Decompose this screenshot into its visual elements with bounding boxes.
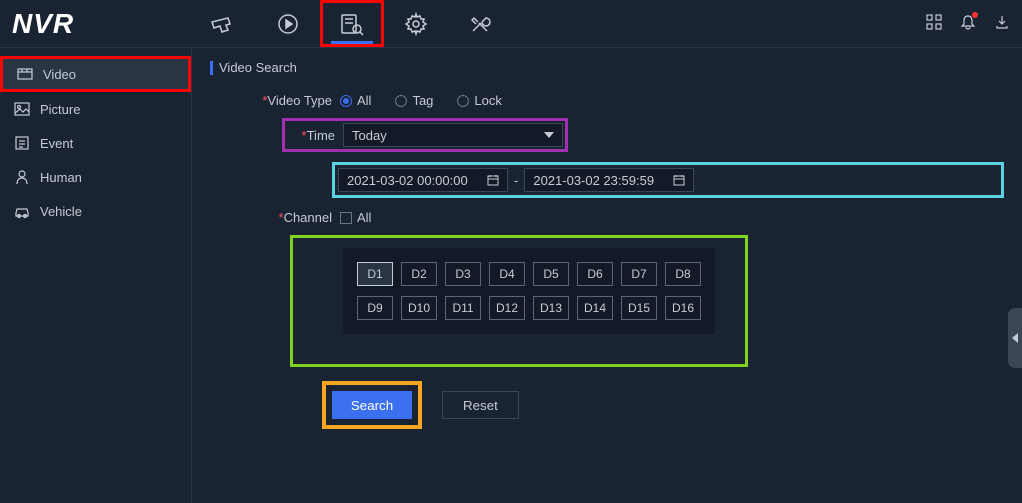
channel-d11[interactable]: D11 bbox=[445, 296, 481, 320]
channel-d14[interactable]: D14 bbox=[577, 296, 613, 320]
time-row-wrap: *Time Today bbox=[282, 118, 1004, 152]
picture-icon bbox=[14, 101, 30, 117]
reset-button[interactable]: Reset bbox=[442, 391, 519, 419]
channel-d7[interactable]: D7 bbox=[621, 262, 657, 286]
channel-d12[interactable]: D12 bbox=[489, 296, 525, 320]
channel-d9[interactable]: D9 bbox=[357, 296, 393, 320]
date-separator: - bbox=[514, 173, 518, 188]
search-page-icon bbox=[339, 12, 365, 36]
sidebar-label: Video bbox=[43, 67, 76, 82]
channel-d10[interactable]: D10 bbox=[401, 296, 437, 320]
camera-icon bbox=[210, 14, 238, 34]
radio-all[interactable]: All bbox=[340, 93, 371, 108]
header-right bbox=[926, 14, 1010, 33]
sidebar-label: Vehicle bbox=[40, 204, 82, 219]
channel-d8[interactable]: D8 bbox=[665, 262, 701, 286]
channel-all-checkbox[interactable]: All bbox=[340, 210, 371, 225]
top-nav bbox=[192, 0, 512, 47]
video-type-row: *Video Type All Tag Lock bbox=[210, 93, 1004, 108]
video-type-options: All Tag Lock bbox=[340, 93, 502, 108]
end-date-input[interactable]: 2021-03-02 23:59:59 bbox=[524, 168, 694, 192]
calendar-icon bbox=[673, 174, 685, 186]
chevron-left-icon bbox=[1012, 333, 1018, 343]
logo: NVR bbox=[12, 8, 192, 40]
main-panel: Video Search *Video Type All Tag Lock *T… bbox=[192, 48, 1022, 503]
sidebar-item-video[interactable]: Video bbox=[0, 56, 191, 92]
channel-d5[interactable]: D5 bbox=[533, 262, 569, 286]
download-icon bbox=[994, 14, 1010, 30]
nav-search[interactable] bbox=[320, 0, 384, 47]
section-title: Video Search bbox=[210, 60, 1004, 75]
human-icon bbox=[14, 169, 30, 185]
tools-icon bbox=[468, 12, 492, 36]
nav-playback[interactable] bbox=[256, 0, 320, 47]
nav-camera[interactable] bbox=[192, 0, 256, 47]
sidebar-item-picture[interactable]: Picture bbox=[0, 92, 191, 126]
event-icon bbox=[14, 135, 30, 151]
channel-d6[interactable]: D6 bbox=[577, 262, 613, 286]
download-button[interactable] bbox=[994, 14, 1010, 33]
channel-d1[interactable]: D1 bbox=[357, 262, 393, 286]
chevron-down-icon bbox=[544, 132, 554, 138]
nav-settings[interactable] bbox=[384, 0, 448, 47]
calendar-icon bbox=[487, 174, 499, 186]
qr-icon bbox=[926, 14, 942, 30]
time-select[interactable]: Today bbox=[343, 123, 563, 147]
notifications-button[interactable] bbox=[960, 14, 976, 33]
qr-button[interactable] bbox=[926, 14, 942, 33]
nav-tools[interactable] bbox=[448, 0, 512, 47]
radio-lock[interactable]: Lock bbox=[457, 93, 501, 108]
channel-d3[interactable]: D3 bbox=[445, 262, 481, 286]
gear-icon bbox=[404, 12, 428, 36]
search-button[interactable]: Search bbox=[332, 391, 412, 419]
radio-tag[interactable]: Tag bbox=[395, 93, 433, 108]
label-channel: *Channel bbox=[210, 210, 340, 225]
vehicle-icon bbox=[14, 203, 30, 219]
notification-dot bbox=[972, 12, 978, 18]
channel-d13[interactable]: D13 bbox=[533, 296, 569, 320]
sidebar-item-human[interactable]: Human bbox=[0, 160, 191, 194]
content: Video Picture Event Human Vehicle bbox=[0, 48, 1022, 503]
label-time: *Time bbox=[287, 128, 343, 143]
playback-icon bbox=[276, 12, 300, 36]
channel-d16[interactable]: D16 bbox=[665, 296, 701, 320]
channel-grid: D1 D2 D3 D4 D5 D6 D7 D8 D9 D10 D11 D12 D… bbox=[343, 248, 715, 334]
channel-d2[interactable]: D2 bbox=[401, 262, 437, 286]
date-range: 2021-03-02 00:00:00 - 2021-03-02 23:59:5… bbox=[332, 162, 1004, 198]
video-icon bbox=[17, 66, 33, 82]
header: NVR bbox=[0, 0, 1022, 48]
sidebar-item-event[interactable]: Event bbox=[0, 126, 191, 160]
channel-grid-wrap: D1 D2 D3 D4 D5 D6 D7 D8 D9 D10 D11 D12 D… bbox=[290, 235, 748, 367]
sidebar-label: Picture bbox=[40, 102, 80, 117]
search-highlight: Search bbox=[322, 381, 422, 429]
sidebar-label: Event bbox=[40, 136, 73, 151]
sidebar-label: Human bbox=[40, 170, 82, 185]
channel-d4[interactable]: D4 bbox=[489, 262, 525, 286]
channel-d15[interactable]: D15 bbox=[621, 296, 657, 320]
sidebar-item-vehicle[interactable]: Vehicle bbox=[0, 194, 191, 228]
sidebar: Video Picture Event Human Vehicle bbox=[0, 48, 192, 503]
channel-row: *Channel All bbox=[210, 210, 1004, 225]
panel-expand-handle[interactable] bbox=[1008, 308, 1022, 368]
start-date-input[interactable]: 2021-03-02 00:00:00 bbox=[338, 168, 508, 192]
action-row: Search Reset bbox=[322, 381, 1004, 429]
label-video-type: *Video Type bbox=[210, 93, 340, 108]
